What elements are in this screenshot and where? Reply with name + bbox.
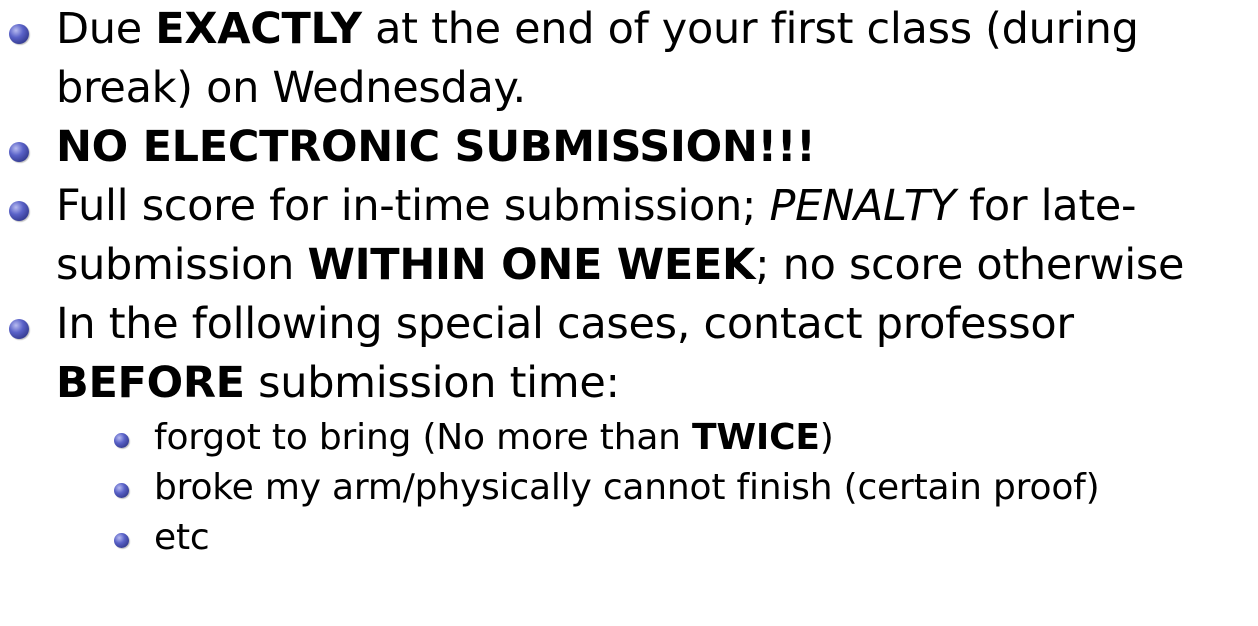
bullet-ball-icon xyxy=(9,201,29,221)
bullet-text: Due EXACTLY at the end of your first cla… xyxy=(56,4,1139,113)
bullet-text: etc xyxy=(154,517,210,558)
emphasis-bold: EXACTLY xyxy=(155,4,362,54)
bullet-text: In the following special cases, contact … xyxy=(56,299,1074,408)
emphasis-bold: TWICE xyxy=(692,417,820,458)
slide: Due EXACTLY at the end of your first cla… xyxy=(0,0,1258,626)
sub-bullet-list: forgot to bring (No more than TWICE) bro… xyxy=(0,413,1258,563)
bullet-ball-icon xyxy=(114,533,129,548)
bullet-text: Full score for in-time submission; PENAL… xyxy=(56,181,1185,290)
sub-item-etc: etc xyxy=(98,513,1258,563)
emphasis-bold: NO ELECTRONIC SUBMISSION!!! xyxy=(56,122,816,172)
sub-item-broke-arm: broke my arm/physically cannot finish (c… xyxy=(98,463,1258,513)
emphasis-bold: WITHIN ONE WEEK xyxy=(307,240,756,290)
bullet-text: forgot to bring (No more than TWICE) xyxy=(154,417,834,458)
emphasis-italic: PENALTY xyxy=(769,181,956,231)
sub-item-forgot: forgot to bring (No more than TWICE) xyxy=(98,413,1258,463)
bullet-ball-icon xyxy=(114,483,129,498)
bullet-item-due: Due EXACTLY at the end of your first cla… xyxy=(0,0,1258,118)
bullet-text: broke my arm/physically cannot finish (c… xyxy=(154,467,1100,508)
bullet-ball-icon xyxy=(9,319,29,339)
bullet-item-no-electronic: NO ELECTRONIC SUBMISSION!!! xyxy=(0,118,1258,177)
bullet-item-special-cases: In the following special cases, contact … xyxy=(0,295,1258,413)
bullet-list: Due EXACTLY at the end of your first cla… xyxy=(0,0,1258,413)
emphasis-bold: BEFORE xyxy=(56,358,245,408)
bullet-ball-icon xyxy=(114,433,129,448)
bullet-item-score: Full score for in-time submission; PENAL… xyxy=(0,177,1258,295)
bullet-ball-icon xyxy=(9,142,29,162)
bullet-ball-icon xyxy=(9,24,29,44)
